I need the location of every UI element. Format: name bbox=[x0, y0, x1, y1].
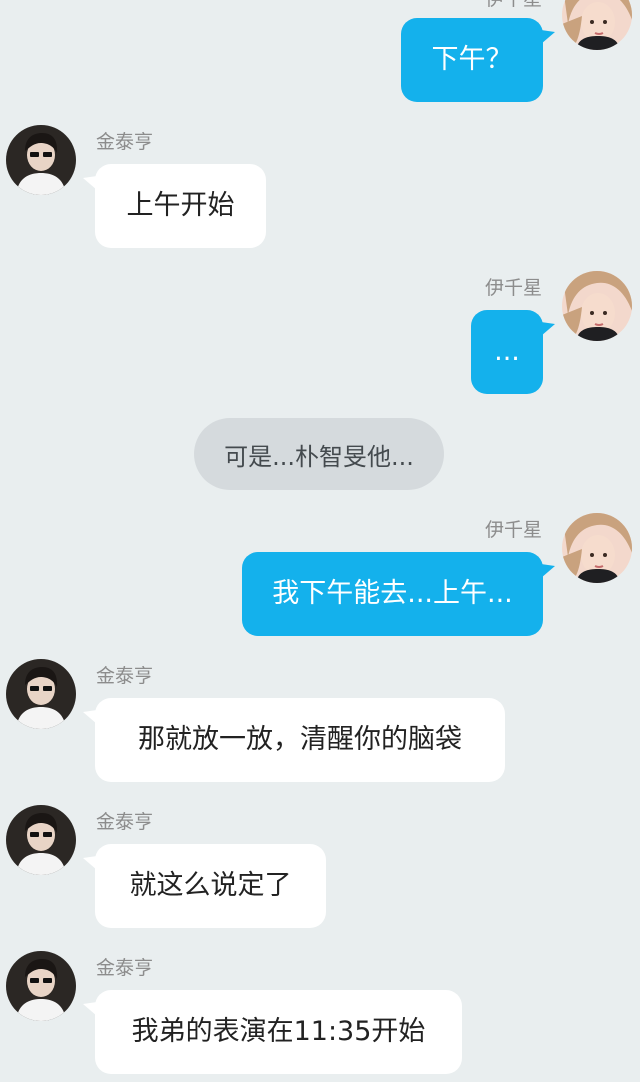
male-avatar-icon[interactable] bbox=[6, 805, 76, 875]
bubble-tail-icon bbox=[83, 1002, 97, 1016]
female-avatar-icon[interactable] bbox=[562, 271, 632, 341]
message-bubble[interactable]: 那就放一放，清醒你的脑袋 bbox=[95, 698, 505, 782]
bubble-tail-icon bbox=[541, 564, 555, 578]
message-bubble[interactable]: 下午？ bbox=[401, 18, 543, 102]
female-avatar-icon[interactable] bbox=[562, 0, 632, 50]
bubble-tail-icon bbox=[541, 30, 555, 44]
sender-name: 伊千星 bbox=[484, 277, 542, 299]
male-avatar-icon[interactable] bbox=[6, 659, 76, 729]
male-avatar-icon[interactable] bbox=[6, 951, 76, 1021]
message-bubble[interactable]: 我下午能去...上午... bbox=[242, 552, 543, 636]
system-message-bubble: 可是...朴智旻他... bbox=[194, 418, 444, 490]
bubble-tail-icon bbox=[83, 710, 97, 724]
message-bubble[interactable]: 上午开始 bbox=[95, 164, 266, 248]
sender-name: 伊千星 bbox=[485, 0, 542, 10]
message-bubble[interactable]: ... bbox=[471, 310, 543, 394]
female-avatar-icon[interactable] bbox=[562, 513, 632, 583]
sender-name: 伊千星 bbox=[484, 519, 542, 541]
bubble-tail-icon bbox=[83, 176, 97, 190]
sender-name: 金泰亨 bbox=[96, 811, 154, 833]
sender-name: 金泰亨 bbox=[96, 131, 154, 153]
sender-name: 金泰亨 bbox=[96, 665, 154, 687]
bubble-tail-icon bbox=[83, 856, 97, 870]
sender-name: 金泰亨 bbox=[96, 957, 154, 979]
bubble-tail-icon bbox=[541, 322, 555, 336]
message-bubble[interactable]: 就这么说定了 bbox=[95, 844, 326, 928]
male-avatar-icon[interactable] bbox=[6, 125, 76, 195]
message-bubble[interactable]: 我弟的表演在11:35开始 bbox=[95, 990, 462, 1074]
